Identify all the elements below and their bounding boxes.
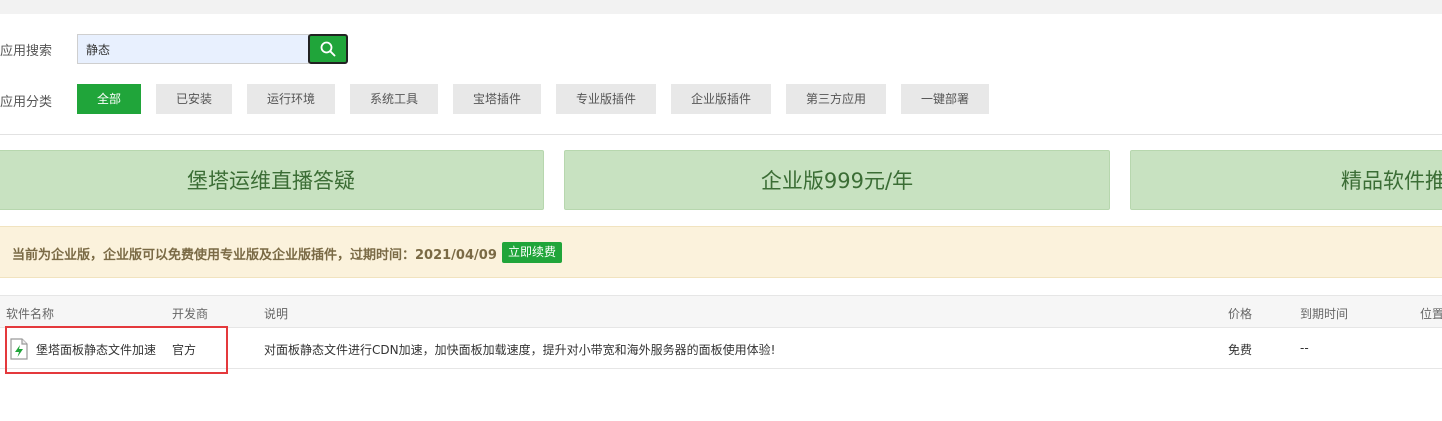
col-location: 位置 <box>1420 307 1442 321</box>
app-expire: -- <box>1300 341 1309 355</box>
col-description: 说明 <box>264 307 289 321</box>
category-enterprise-plugins[interactable]: 企业版插件 <box>671 84 771 114</box>
col-price: 价格 <box>1228 307 1253 321</box>
category-all[interactable]: 全部 <box>77 84 141 114</box>
col-developer: 开发商 <box>172 307 209 321</box>
search-label: 应用搜索 <box>0 44 53 59</box>
category-runtime[interactable]: 运行环境 <box>247 84 335 114</box>
col-name: 软件名称 <box>6 307 55 321</box>
banner-live-qa[interactable]: 堡塔运维直播答疑 <box>0 150 544 210</box>
enterprise-notice: 当前为企业版，企业版可以免费使用专业版及企业版插件，过期时间：2021/04/0… <box>0 226 1442 278</box>
search-box <box>77 34 348 64</box>
category-installed[interactable]: 已安装 <box>156 84 232 114</box>
table-header: 软件名称 开发商 说明 价格 到期时间 位置 <box>0 295 1442 328</box>
highlight-box <box>5 326 228 374</box>
search-button[interactable] <box>308 34 348 64</box>
col-expire: 到期时间 <box>1300 307 1349 321</box>
category-one-click-deploy[interactable]: 一键部署 <box>901 84 989 114</box>
divider <box>0 134 1442 135</box>
search-icon <box>320 41 336 57</box>
category-system-tools[interactable]: 系统工具 <box>350 84 438 114</box>
banner-enterprise-price[interactable]: 企业版999元/年 <box>564 150 1110 210</box>
notice-text: 当前为企业版，企业版可以免费使用专业版及企业版插件，过期时间：2021/04/0… <box>12 248 497 263</box>
app-price: 免费 <box>1228 343 1253 357</box>
renew-button[interactable]: 立即续费 <box>502 242 563 263</box>
category-pro-plugins[interactable]: 专业版插件 <box>556 84 656 114</box>
category-label: 应用分类 <box>0 95 53 110</box>
category-bt-plugins[interactable]: 宝塔插件 <box>453 84 541 114</box>
category-third-party[interactable]: 第三方应用 <box>786 84 886 114</box>
top-strip <box>0 0 1442 14</box>
search-input[interactable] <box>77 34 309 64</box>
banner-featured-software[interactable]: 精品软件推 <box>1130 150 1442 210</box>
app-description: 对面板静态文件进行CDN加速，加快面板加载速度，提升对小带宽和海外服务器的面板使… <box>264 343 776 357</box>
